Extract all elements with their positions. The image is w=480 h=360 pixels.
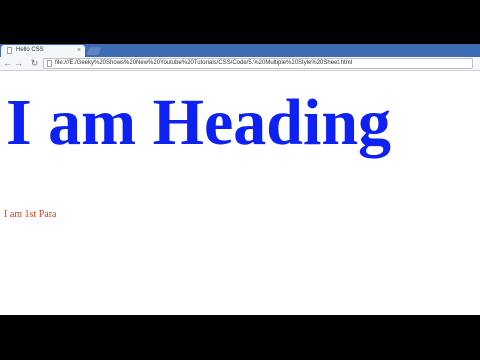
tab-title: Hello CSS: [16, 47, 44, 53]
page-content: I am Heading I am 1st Para: [0, 71, 480, 315]
address-bar[interactable]: file:///E:/Geeky%20Shows%20New%20Youtube…: [43, 58, 473, 69]
tab-strip: Hello CSS ×: [0, 44, 480, 57]
page-icon: [7, 47, 12, 54]
new-tab-button[interactable]: [86, 47, 102, 55]
tab-hello-css[interactable]: Hello CSS ×: [1, 45, 85, 57]
page-heading: I am Heading: [6, 86, 392, 159]
address-url[interactable]: file:///E:/Geeky%20Shows%20New%20Youtube…: [55, 59, 352, 68]
browser-toolbar: ← → ↻ file:///E:/Geeky%20Shows%20New%20Y…: [0, 57, 480, 71]
reload-button[interactable]: ↻: [29, 58, 40, 69]
forward-button[interactable]: →: [13, 58, 24, 69]
back-button[interactable]: ←: [2, 58, 13, 69]
page-icon: [47, 60, 52, 67]
browser-window: Hello CSS × ← → ↻ file:///E:/Geeky%20Sho…: [0, 44, 480, 315]
tab-close-button[interactable]: ×: [77, 46, 81, 55]
video-frame: Hello CSS × ← → ↻ file:///E:/Geeky%20Sho…: [0, 0, 480, 360]
page-paragraph: I am 1st Para: [4, 209, 57, 220]
